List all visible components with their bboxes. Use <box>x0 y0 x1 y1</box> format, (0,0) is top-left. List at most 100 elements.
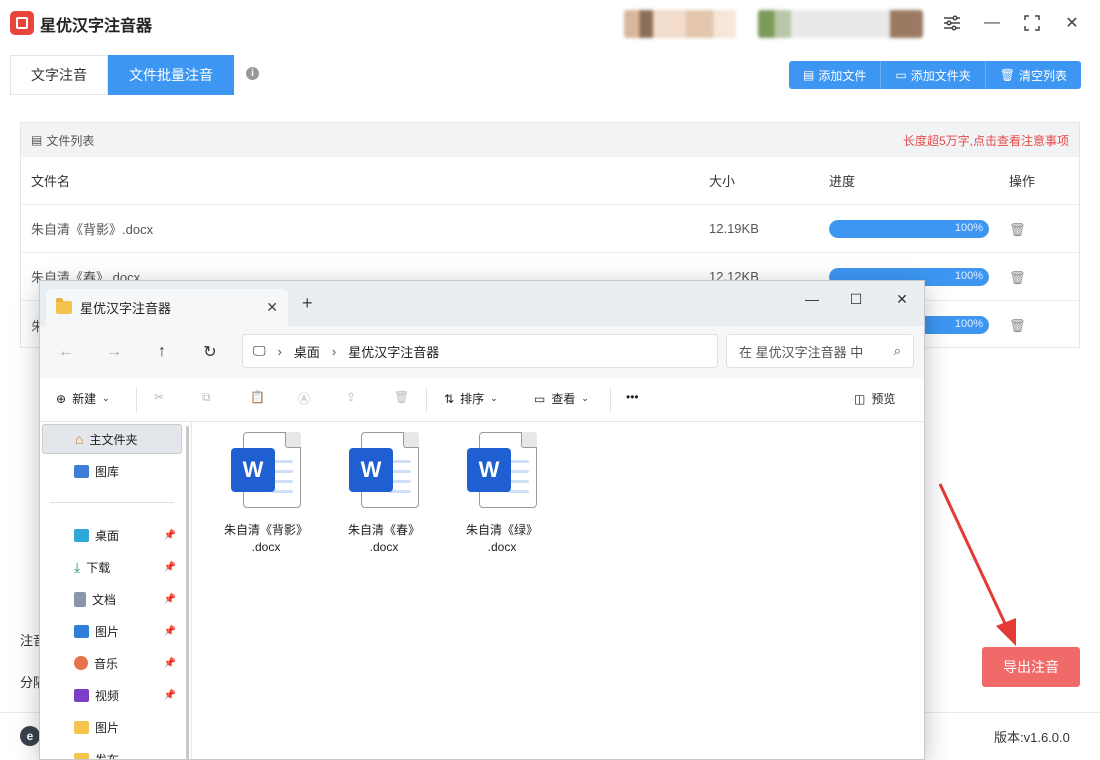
explorer-maximize-button[interactable]: ☐ <box>842 287 870 311</box>
delete-icon[interactable]: 🗑 <box>1009 270 1026 285</box>
word-document-icon: W <box>465 430 539 512</box>
pin-icon[interactable]: 📌 <box>164 594 176 605</box>
video-icon <box>74 688 89 702</box>
explorer-minimize-button[interactable]: — <box>798 287 826 311</box>
explorer-close-button[interactable]: ✕ <box>888 287 916 311</box>
add-file-button[interactable]: ▤ 添加文件 <box>789 61 882 89</box>
sidebar-item-label: 图片 <box>95 720 120 735</box>
app-logo-icon <box>10 11 34 35</box>
new-tab-button[interactable]: + <box>302 293 313 314</box>
add-file-label: 添加文件 <box>818 68 867 83</box>
sort-button[interactable]: ⇅ 排序 ⌄ <box>444 390 498 407</box>
pin-icon[interactable]: 📌 <box>164 530 176 541</box>
refresh-icon[interactable]: ↻ <box>198 340 222 364</box>
chevron-down-icon: ⌄ <box>102 393 110 403</box>
new-label: 新建 <box>72 392 97 406</box>
paste-icon[interactable]: 📋 <box>250 390 265 404</box>
pin-icon[interactable]: 📌 <box>164 562 176 573</box>
explorer-toolbar: ⊕ 新建 ⌄ ✂ ⧉ 📋 Ⓐ ⇪ 🗑 ⇅ 排序 ⌄ ▭ 查看 ⌄ ••• ◫ 预… <box>40 378 924 422</box>
document-icon <box>74 591 86 607</box>
sidebar-item-home[interactable]: ⌂ 主文件夹 <box>42 424 182 454</box>
blurred-user-avatar <box>758 10 923 38</box>
info-icon[interactable]: i <box>246 67 259 80</box>
sidebar-item-folder-pictures[interactable]: 图片 <box>42 712 182 742</box>
picture-icon <box>74 624 89 638</box>
app-title: 星优汉字注音器 <box>40 18 153 35</box>
sidebar-item-pictures[interactable]: 图片 📌 <box>42 616 182 646</box>
delete-icon[interactable]: 🗑 <box>1009 318 1026 333</box>
sidebar-item-downloads[interactable]: ⤓ 下载 📌 <box>42 552 182 582</box>
sidebar-item-documents[interactable]: 文档 📌 <box>42 584 182 614</box>
explorer-tab[interactable]: 星优汉字注音器 ✕ <box>46 289 288 326</box>
explorer-tab-title: 星优汉字注音器 <box>80 301 172 316</box>
preview-button[interactable]: ◫ 预览 <box>854 390 895 407</box>
folder-icon: ▭ <box>895 68 907 82</box>
up-icon[interactable]: ↑ <box>150 340 174 364</box>
chevron-down-icon: ⌄ <box>581 393 589 403</box>
file-item[interactable]: W 朱自清《绿》 .docx <box>452 430 552 556</box>
progress-bar: 100% <box>829 219 989 238</box>
clear-list-button[interactable]: 🗑 清空列表 <box>985 61 1081 89</box>
row-size: 12.19KB <box>709 221 759 236</box>
sort-icon: ⇅ <box>444 391 455 406</box>
delete-icon[interactable]: 🗑 <box>394 390 409 404</box>
gallery-icon <box>74 464 89 478</box>
file-item[interactable]: W 朱自清《春》 .docx <box>334 430 434 556</box>
progress-label: 100% <box>954 269 983 282</box>
file-list-header: ▤ 文件列表 长度超5万字,点击查看注意事项 <box>21 123 1079 157</box>
sidebar-item-videos[interactable]: 视频 📌 <box>42 680 182 710</box>
breadcrumb-desktop[interactable]: 桌面 <box>294 342 320 361</box>
more-options-button[interactable]: ••• <box>626 390 639 404</box>
close-tab-icon[interactable]: ✕ <box>266 299 278 316</box>
rename-icon[interactable]: Ⓐ <box>298 390 310 407</box>
col-filename: 文件名 <box>31 174 71 189</box>
word-document-icon: W <box>347 430 421 512</box>
settings-icon[interactable] <box>938 10 966 36</box>
pin-icon[interactable]: 📌 <box>164 626 176 637</box>
tab-batch-file-annotation[interactable]: 文件批量注音 <box>108 55 234 95</box>
address-bar[interactable]: 🖵 › 桌面 › 星优汉字注音器 <box>242 334 718 368</box>
music-icon <box>74 656 88 670</box>
file-name: 朱自清《春》 <box>347 523 420 537</box>
toolbar-divider <box>426 388 427 412</box>
copy-icon[interactable]: ⧉ <box>202 390 211 405</box>
folder-icon <box>56 298 72 314</box>
pin-icon[interactable]: 📌 <box>164 690 176 701</box>
search-input[interactable]: 在 星优汉字注音器 中 ⌕ <box>726 334 914 368</box>
maximize-button[interactable] <box>1018 10 1046 36</box>
breadcrumb-folder[interactable]: 星优汉字注音器 <box>348 342 439 361</box>
forward-icon[interactable]: → <box>102 340 126 364</box>
back-icon[interactable]: ← <box>54 340 78 364</box>
list-icon: ▤ <box>31 133 43 147</box>
share-icon[interactable]: ⇪ <box>346 390 356 404</box>
cut-icon[interactable]: ✂ <box>154 390 164 404</box>
tab-text-annotation[interactable]: 文字注音 <box>10 55 108 95</box>
sidebar-item-gallery[interactable]: 图库 <box>42 456 182 486</box>
sidebar-item-desktop[interactable]: 桌面 📌 <box>42 520 182 550</box>
preview-pane-icon: ◫ <box>854 391 866 406</box>
computer-icon: 🖵 <box>253 343 266 358</box>
sidebar-item-folder-publish[interactable]: 发布 <box>42 744 182 759</box>
version-label: 版本:v1.6.0.0 <box>994 730 1070 745</box>
view-button[interactable]: ▭ 查看 ⌄ <box>534 390 589 407</box>
add-folder-button[interactable]: ▭ 添加文件夹 <box>881 61 986 89</box>
pin-icon[interactable]: 📌 <box>164 658 176 669</box>
clear-list-label: 清空列表 <box>1018 68 1067 83</box>
explorer-tabbar: 星优汉字注音器 ✕ + — ☐ ✕ <box>40 281 924 326</box>
minimize-button[interactable]: — <box>978 10 1006 36</box>
export-annotation-button[interactable]: 导出注音 <box>982 647 1080 687</box>
length-notice-link[interactable]: 长度超5万字,点击查看注意事项 <box>903 132 1069 149</box>
table-row: 朱自清《背影》.docx 12.19KB 100% 🗑 <box>21 205 1079 253</box>
delete-icon[interactable]: 🗑 <box>1009 222 1026 237</box>
sidebar-item-label: 主文件夹 <box>89 432 138 447</box>
sort-label: 排序 <box>460 392 485 406</box>
file-extension: .docx <box>487 540 517 554</box>
close-button[interactable]: ✕ <box>1058 10 1086 36</box>
new-button[interactable]: ⊕ 新建 ⌄ <box>56 390 110 407</box>
edge-icon[interactable]: e <box>20 726 40 746</box>
sidebar-scrollbar[interactable] <box>186 426 189 759</box>
sidebar-item-music[interactable]: 音乐 📌 <box>42 648 182 678</box>
sidebar-item-label: 文档 <box>92 592 117 607</box>
file-item[interactable]: W 朱自清《背影》 .docx <box>216 430 316 556</box>
home-icon: ⌂ <box>75 431 84 447</box>
